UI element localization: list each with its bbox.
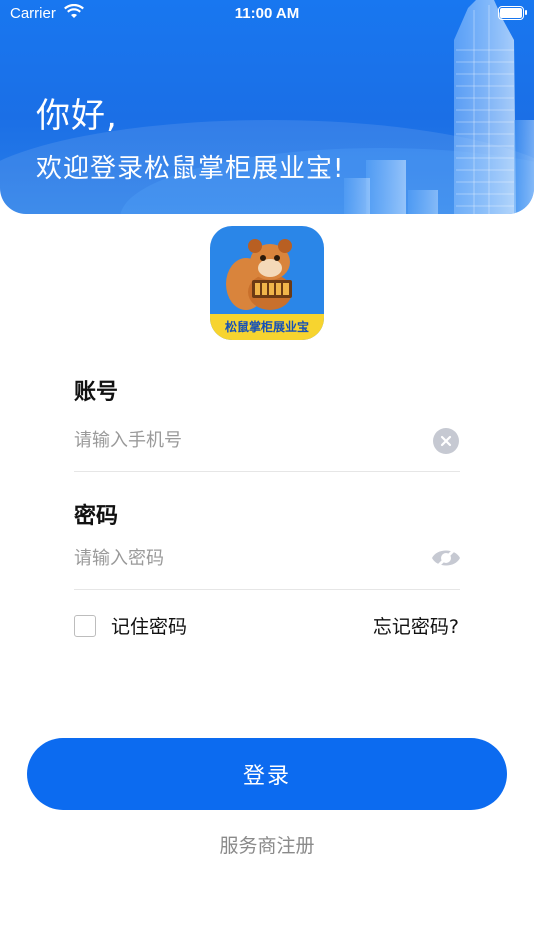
battery-icon	[498, 6, 527, 20]
close-icon	[440, 435, 452, 447]
toggle-password-visibility-button[interactable]	[431, 546, 461, 570]
clear-input-button[interactable]	[433, 428, 459, 454]
squirrel-mascot-icon	[226, 239, 292, 310]
login-button[interactable]: 登录	[27, 738, 507, 810]
skyscraper-illustration	[344, 0, 534, 214]
status-bar: Carrier 11:00 AM	[0, 0, 534, 28]
provider-register-link[interactable]: 服务商注册	[0, 831, 534, 858]
account-label: 账号	[74, 380, 119, 405]
password-label: 密码	[74, 504, 119, 529]
eye-hidden-icon	[432, 546, 460, 570]
logo-text: 松鼠掌柜展业宝	[210, 314, 324, 340]
remember-password-checkbox[interactable]	[74, 615, 96, 637]
greeting-title: 你好,	[36, 96, 118, 136]
phone-input[interactable]	[74, 420, 460, 460]
divider	[74, 471, 460, 472]
app-logo: 松鼠掌柜展业宝	[210, 226, 324, 340]
header-banner: Carrier 11:00 AM 你好, 欢迎登录松鼠掌柜展业宝!	[0, 0, 534, 214]
clock: 11:00 AM	[234, 5, 300, 22]
remember-password-label[interactable]: 记住密码	[111, 612, 187, 639]
welcome-subtitle: 欢迎登录松鼠掌柜展业宝!	[36, 154, 345, 184]
forgot-password-link[interactable]: 忘记密码?	[373, 612, 459, 639]
divider	[74, 589, 460, 590]
password-input[interactable]	[74, 538, 460, 578]
